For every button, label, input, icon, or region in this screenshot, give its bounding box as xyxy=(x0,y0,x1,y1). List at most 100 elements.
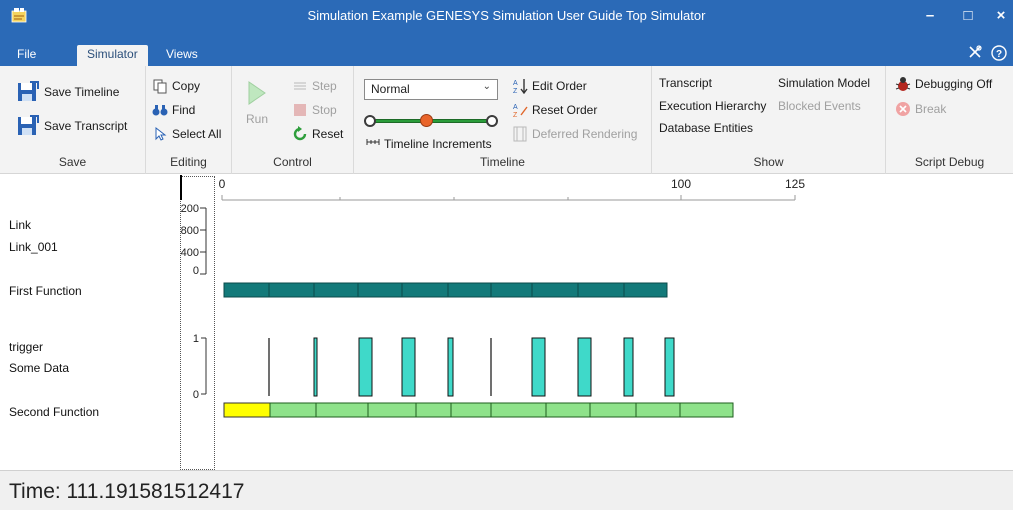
timeline-group-label: Timeline xyxy=(480,155,525,169)
trigger-tick-1: 1 xyxy=(193,333,199,345)
close-button[interactable]: × xyxy=(984,0,1013,31)
ruler-icon xyxy=(366,138,380,145)
trigger-pulse xyxy=(577,337,592,397)
step-button[interactable]: Step xyxy=(292,78,337,94)
speed-select[interactable]: Normal ⌄ xyxy=(364,79,498,100)
trigger-axis xyxy=(201,337,207,395)
stop-button[interactable]: Stop xyxy=(292,102,337,118)
copy-button[interactable]: Copy xyxy=(152,78,200,94)
edit-order-label: Edit Order xyxy=(532,79,587,93)
sort-az-icon: AZ xyxy=(513,79,528,94)
title-bar: Simulation Example GENESYS Simulation Us… xyxy=(0,0,1013,31)
time-axis-label-100: 100 xyxy=(671,177,691,191)
time-axis-ticks xyxy=(221,195,796,200)
break-button[interactable]: Break xyxy=(895,101,946,117)
blocked-events-label: Blocked Events xyxy=(778,99,861,113)
resource-tick-200: 200 xyxy=(181,203,199,215)
timeline-increments-label: Timeline Increments xyxy=(384,137,492,151)
zoom-slider[interactable] xyxy=(364,114,498,128)
debugging-off-button[interactable]: Debugging Off xyxy=(895,76,992,92)
chevron-down-icon: ⌄ xyxy=(482,81,491,92)
timeline-canvas[interactable]: 0 100 125 200 800 400 0 1 0 xyxy=(0,175,1013,470)
step-icon xyxy=(294,82,306,90)
copy-label: Copy xyxy=(172,79,201,93)
speed-select-value: Normal xyxy=(371,82,410,96)
deferred-rendering-label: Deferred Rendering xyxy=(532,127,638,141)
play-icon xyxy=(248,81,266,105)
timeline-view[interactable]: Link Link_001 First Function trigger Som… xyxy=(0,175,1013,470)
find-button[interactable]: Find xyxy=(152,102,195,118)
save-timeline-icon xyxy=(18,81,39,101)
second-function-bar[interactable] xyxy=(269,402,734,418)
control-group: Run Step Stop Reset Control xyxy=(232,66,354,174)
select-all-button[interactable]: Select All xyxy=(152,126,221,142)
status-bar: Time: 111.191581512417 xyxy=(0,470,1013,510)
transcript-link[interactable]: Transcript xyxy=(659,76,712,90)
zoom-slider-thumb[interactable] xyxy=(420,114,433,127)
break-icon xyxy=(896,102,910,116)
show-group: Transcript Simulation Model Execution Hi… xyxy=(652,66,886,174)
save-transcript-button[interactable]: Save Transcript xyxy=(16,114,127,138)
trigger-pulses[interactable] xyxy=(268,337,675,397)
simulation-model-link[interactable]: Simulation Model xyxy=(778,76,870,90)
script-debug-group: Debugging Off Break Script Debug xyxy=(886,66,1013,174)
script-debug-group-label: Script Debug xyxy=(914,155,985,169)
reset-button[interactable]: Reset xyxy=(292,126,343,142)
tab-file[interactable]: File xyxy=(7,45,46,66)
break-label: Break xyxy=(915,102,947,116)
edit-order-button[interactable]: AZ Edit Order xyxy=(512,78,587,94)
trigger-pulse xyxy=(447,337,454,397)
control-group-label: Control xyxy=(273,155,312,169)
reset-order-label: Reset Order xyxy=(532,103,598,117)
maximize-button[interactable]: □ xyxy=(951,0,985,31)
reset-sort-icon: AZ xyxy=(513,104,528,118)
bug-icon xyxy=(895,77,911,91)
blocked-events-link[interactable]: Blocked Events xyxy=(778,99,861,113)
film-icon xyxy=(513,126,527,142)
save-timeline-button[interactable]: Save Timeline xyxy=(16,80,119,104)
reset-order-button[interactable]: AZ Reset Order xyxy=(512,102,597,118)
deferred-rendering-toggle[interactable]: Deferred Rendering xyxy=(512,126,637,142)
simulation-time: Time: 111.191581512417 xyxy=(9,480,245,503)
trigger-pulse xyxy=(664,337,675,397)
zoom-out-icon[interactable] xyxy=(364,115,376,127)
save-group: Save Timeline Save Transcript Save xyxy=(0,66,146,174)
trigger-tick-0: 0 xyxy=(193,389,199,401)
svg-text:A: A xyxy=(513,80,518,87)
timeline-increments-button[interactable]: Timeline Increments xyxy=(366,132,492,151)
reset-icon xyxy=(293,126,307,141)
save-timeline-label: Save Timeline xyxy=(44,85,120,99)
save-transcript-icon xyxy=(18,115,39,135)
editing-group-label: Editing xyxy=(170,155,207,169)
execution-hierarchy-label: Execution Hierarchy xyxy=(659,99,767,113)
zoom-in-icon[interactable] xyxy=(486,115,498,127)
second-function-track[interactable] xyxy=(223,402,734,418)
second-function-active-segment[interactable] xyxy=(223,402,271,418)
step-label: Step xyxy=(312,79,337,93)
tab-simulator[interactable]: Simulator xyxy=(77,45,148,66)
help-icon[interactable]: ? xyxy=(990,45,1008,63)
time-axis-label-125: 125 xyxy=(785,177,805,191)
resource-tick-0: 0 xyxy=(193,265,199,277)
show-group-label: Show xyxy=(753,155,784,169)
run-button[interactable]: Run xyxy=(246,80,268,126)
ribbon: Save Timeline Save Transcript Save Copy … xyxy=(0,66,1013,174)
execution-hierarchy-link[interactable]: Execution Hierarchy xyxy=(659,99,766,113)
debugging-off-label: Debugging Off xyxy=(915,77,993,91)
first-function-bar[interactable] xyxy=(223,282,668,298)
reset-label: Reset xyxy=(312,127,344,141)
ribbon-tab-row: File Simulator Views ? xyxy=(0,31,1013,66)
database-entities-link[interactable]: Database Entities xyxy=(659,121,753,135)
minimize-button[interactable]: – xyxy=(913,0,947,31)
select-all-label: Select All xyxy=(172,127,222,141)
svg-text:Z: Z xyxy=(513,112,518,118)
tab-views[interactable]: Views xyxy=(156,45,208,66)
trigger-pulse xyxy=(401,337,416,397)
save-group-label: Save xyxy=(58,155,87,169)
trigger-pulse xyxy=(358,337,373,397)
first-function-track[interactable] xyxy=(223,282,668,298)
cursor-icon xyxy=(155,126,167,141)
tools-icon[interactable] xyxy=(966,45,984,63)
trigger-pulse xyxy=(531,337,546,397)
resource-tick-800: 800 xyxy=(181,225,199,237)
